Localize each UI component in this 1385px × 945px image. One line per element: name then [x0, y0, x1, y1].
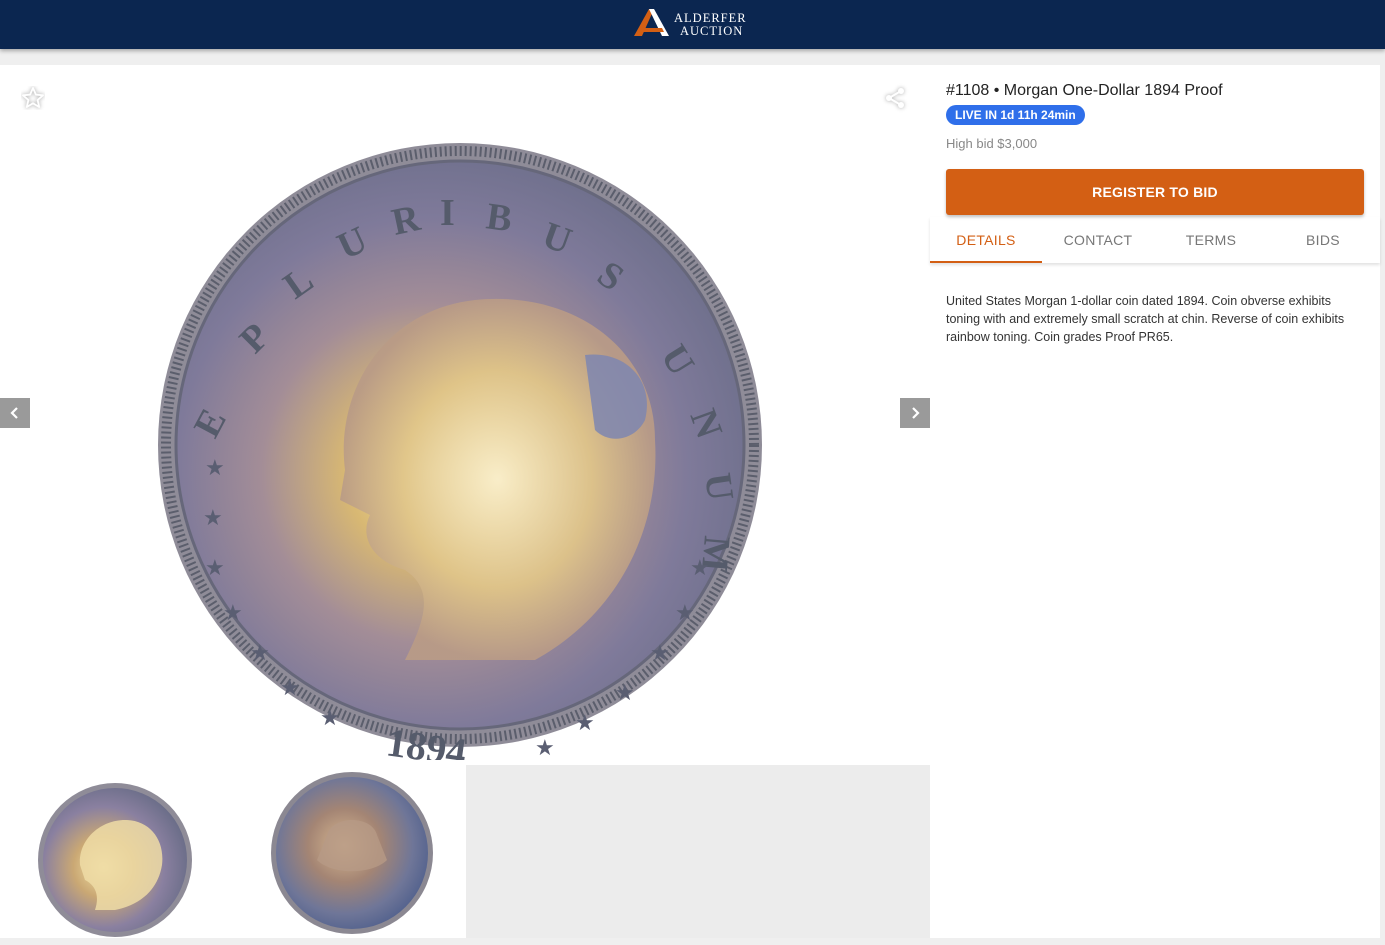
- tab-contact[interactable]: CONTACT: [1042, 217, 1154, 263]
- coin-obverse-main-image: E P L U R I B U S U N U M 1894 ★ ★ ★ ★ ★…: [155, 140, 775, 761]
- logo-wordmark: ALDERFER AUCTION: [674, 12, 747, 38]
- svg-text:★: ★: [575, 710, 595, 735]
- thumbnail-reverse[interactable]: [232, 765, 464, 938]
- tab-details[interactable]: DETAILS: [930, 217, 1042, 263]
- svg-text:★: ★: [280, 675, 300, 700]
- svg-text:★: ★: [223, 600, 243, 625]
- lot-title: #1108 • Morgan One-Dollar 1894 Proof: [946, 82, 1223, 99]
- svg-text:★: ★: [650, 640, 670, 665]
- svg-text:★: ★: [205, 555, 225, 580]
- chevron-left-icon: [10, 407, 18, 419]
- tab-bids[interactable]: BIDS: [1267, 217, 1379, 263]
- svg-text:★: ★: [615, 680, 635, 705]
- lot-card: E P L U R I B U S U N U M 1894 ★ ★ ★ ★ ★…: [0, 65, 1380, 938]
- logo-line-2: AUCTION: [680, 24, 744, 38]
- next-image-button[interactable]: [900, 398, 930, 428]
- svg-text:★: ★: [675, 600, 695, 625]
- thumbnail-placeholder: [466, 765, 930, 938]
- star-outline-icon: [22, 87, 44, 108]
- share-button[interactable]: [878, 81, 912, 115]
- alderfer-auction-logo[interactable]: ALDERFER AUCTION: [632, 6, 752, 42]
- lot-tabs: DETAILS CONTACT TERMS BIDS: [930, 217, 1380, 263]
- favorite-button[interactable]: [16, 81, 50, 115]
- svg-text:★: ★: [320, 705, 340, 730]
- share-icon: [886, 88, 904, 108]
- thumbnail-strip: [0, 765, 930, 938]
- main-image-viewer[interactable]: E P L U R I B U S U N U M 1894 ★ ★ ★ ★ ★…: [0, 65, 930, 761]
- svg-text:★: ★: [535, 735, 555, 760]
- svg-text:★: ★: [205, 455, 225, 480]
- svg-text:I: I: [440, 192, 455, 234]
- svg-text:★: ★: [203, 505, 223, 530]
- chevron-right-icon: [912, 407, 920, 419]
- svg-text:★: ★: [690, 555, 710, 580]
- top-navigation-bar: ALDERFER AUCTION: [0, 0, 1385, 49]
- register-to-bid-button[interactable]: REGISTER TO BID: [946, 169, 1364, 215]
- tab-terms[interactable]: TERMS: [1155, 217, 1267, 263]
- previous-image-button[interactable]: [0, 398, 30, 428]
- svg-text:U: U: [696, 470, 741, 503]
- lot-description: United States Morgan 1-dollar coin dated…: [946, 294, 1345, 344]
- svg-text:★: ★: [250, 640, 270, 665]
- high-bid-text: High bid $3,000: [946, 136, 1038, 151]
- logo-a-mark-icon: [634, 9, 669, 36]
- lot-details-panel: #1108 • Morgan One-Dollar 1894 Proof LIV…: [930, 65, 1380, 938]
- live-countdown-badge: LIVE IN 1d 11h 24min: [946, 105, 1085, 125]
- thumbnail-obverse[interactable]: [0, 765, 232, 938]
